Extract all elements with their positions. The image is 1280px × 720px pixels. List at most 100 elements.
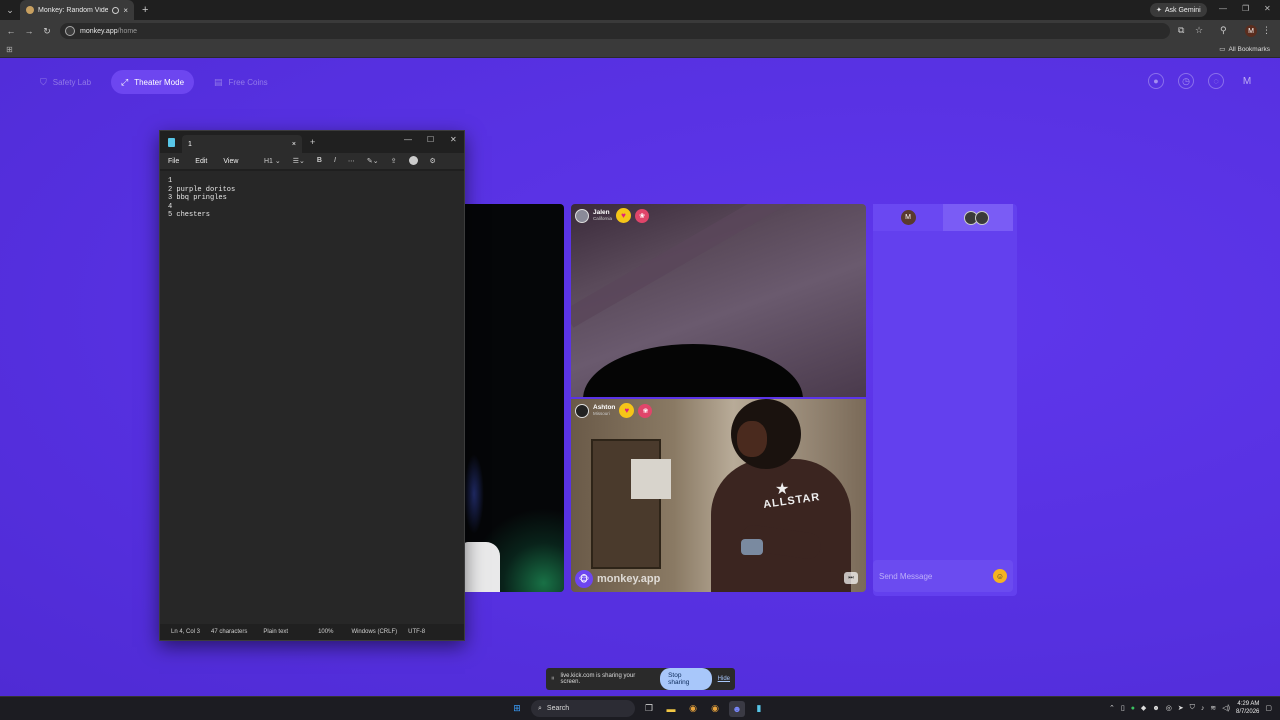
tray-overflow-icon[interactable]: ⌃ [1109,704,1115,712]
telegram-icon[interactable]: ➤ [1178,704,1184,712]
list-icon[interactable]: ☰⌄ [293,157,305,165]
extensions-icon[interactable]: ⚲ [1220,25,1227,36]
wifi-icon[interactable]: ≋ [1210,704,1216,712]
nav-theater-mode[interactable]: ⤢ Theater Mode [111,70,195,94]
notepad-new-tab-icon[interactable]: + [310,137,315,147]
site-info-icon[interactable] [65,26,75,36]
line-ending[interactable]: Windows (CRLF) [351,629,397,635]
notepad-tab[interactable]: 1 × [182,135,302,153]
tab-close-button[interactable]: × [123,6,128,15]
hide-button[interactable]: Hide [718,676,730,682]
task-view-icon[interactable]: ❐ [641,701,657,717]
menu-kebab-icon[interactable]: ⋮ [1262,25,1271,36]
nav-safety-lab[interactable]: ⛉ Safety Lab [30,70,101,94]
more-icon[interactable]: ⋯ [348,157,355,165]
close-window-icon[interactable]: ✕ [1264,4,1271,13]
steam-icon[interactable]: ◎ [1166,704,1172,712]
notepad-tab-close-icon[interactable]: × [292,141,296,148]
notepad-text-area[interactable]: 1 2 purple doritos 3 bbq pringles 4 5 ch… [160,171,464,626]
history-icon[interactable]: ◷ [1178,73,1194,89]
text-format[interactable]: Plain text [263,629,288,635]
nav-free-coins[interactable]: ▤ Free Coins [204,70,278,94]
partner-tag-top[interactable]: Jalen California ♥ ❀ [575,208,650,223]
bold-icon[interactable]: B [317,157,322,164]
settings-gear-icon[interactable]: ⚙ [430,157,436,165]
browser-tab[interactable]: Monkey: Random Video Ch × [20,0,134,20]
spotify-icon[interactable]: ● [1131,705,1135,712]
tab-title: Monkey: Random Video Ch [38,6,109,14]
discord-tray-icon[interactable]: ☻ [1152,705,1159,712]
partner-avatars [964,210,989,225]
minimize-icon[interactable]: — [404,135,412,144]
clock[interactable]: 4:29 AM 8/7/2026 [1236,700,1259,716]
heading-dropdown[interactable]: H1 ⌄ [264,157,281,165]
drag-handle-icon[interactable]: ⏸ [551,675,555,683]
reload-icon[interactable]: ↻ [38,26,56,37]
notepad-taskbar-icon[interactable]: ▮ [751,701,767,717]
maximize-icon[interactable]: ☐ [427,135,434,144]
emoji-icon[interactable]: ☺ [993,569,1007,583]
send-message-input[interactable] [879,571,993,581]
security-icon[interactable]: ⛉ [1190,704,1195,712]
partner-person: ★ ALLSTAR [691,399,861,592]
start-windows-icon[interactable]: ⊞ [509,701,525,717]
encoding[interactable]: UTF-8 [408,629,425,635]
share-icon[interactable]: ⇪ [391,157,397,165]
partner-head-silhouette [583,344,803,397]
partner-tag-bottom[interactable]: Ashton Missouri ♥ ❀ [575,403,653,418]
character-count: 47 characters [211,629,248,635]
cast-icon[interactable]: ⧉ [1178,25,1184,36]
system-tray: ⌃ ▯ ● ◆ ☻ ◎ ➤ ⛉ ♪ ≋ ◁) 4:29 AM 8/7/2026 … [1109,700,1272,716]
heart-icon[interactable]: ♥ [616,208,632,223]
menu-file[interactable]: File [168,158,179,165]
restore-icon[interactable]: ❐ [1242,4,1249,13]
gift-icon[interactable]: ❀ [635,208,650,223]
monkey-favicon-icon [26,6,34,14]
italic-icon[interactable]: I [334,157,336,164]
gemini-icon: ✦ [1156,7,1162,14]
apps-grid-icon[interactable]: ⊞ [6,45,13,54]
copilot-icon[interactable]: ✎⌄ [367,157,379,165]
heart-icon[interactable]: ♥ [619,403,635,418]
account-icon[interactable] [408,156,418,165]
close-window-icon[interactable]: ✕ [450,135,457,144]
profile-avatar[interactable]: M [1238,72,1256,90]
stop-sharing-button[interactable]: Stop sharing [660,668,712,690]
taskbar-search[interactable]: ⌕ Search [531,700,635,717]
zoom-level[interactable]: 100% [318,629,333,635]
forward-icon[interactable]: → [20,26,38,36]
tab-self-chat[interactable]: M [873,204,943,231]
notifications-icon[interactable]: ▢ [1265,704,1272,712]
notepad-format-toolbar: H1 ⌄ ☰⌄ B I ⋯ ✎⌄ ⇪ ⚙ [264,156,436,165]
discord-icon[interactable]: ☻ [729,700,745,717]
tab-search-icon[interactable]: ⌄ [0,0,20,20]
ask-gemini-button[interactable]: ✦ Ask Gemini [1150,3,1207,17]
url-host: monkey.app [80,27,118,35]
volume-icon[interactable]: ◁) [1222,704,1230,712]
browser-profile-avatar[interactable]: M [1245,25,1257,37]
menu-edit[interactable]: Edit [195,158,207,165]
skip-icon[interactable]: ⏭ [844,572,858,584]
minimize-icon[interactable]: — [1219,4,1227,13]
coin-balance-icon[interactable]: ● [1148,73,1164,89]
bookmark-star-icon[interactable]: ☆ [1195,25,1203,36]
mic-icon[interactable]: ♪ [1201,705,1205,712]
notepad-tab-title: 1 [188,140,192,148]
tab-partner-chat[interactable] [943,204,1013,231]
chat-tabs: M [873,204,1013,231]
all-bookmarks-button[interactable]: ▭ All Bookmarks [1219,45,1270,54]
tray-app-icon[interactable]: ◆ [1141,704,1146,712]
nav-theater-mode-label: Theater Mode [134,77,185,87]
omnibox[interactable]: monkey.app/home [60,23,1170,39]
usb-icon[interactable]: ▯ [1121,704,1125,712]
messages-icon[interactable]: ◌ [1208,73,1224,89]
controller [741,539,763,555]
file-explorer-icon[interactable]: ▬ [663,701,679,717]
gift-icon[interactable]: ❀ [638,403,653,418]
menu-view[interactable]: View [223,158,238,165]
chrome-icon[interactable]: ◉ [685,701,701,717]
back-icon[interactable]: ← [2,26,20,36]
chrome-profile-icon[interactable]: ◉ [707,701,723,717]
new-tab-button[interactable]: + [142,4,148,16]
monkey-logo-icon: 🐵 [575,570,593,588]
